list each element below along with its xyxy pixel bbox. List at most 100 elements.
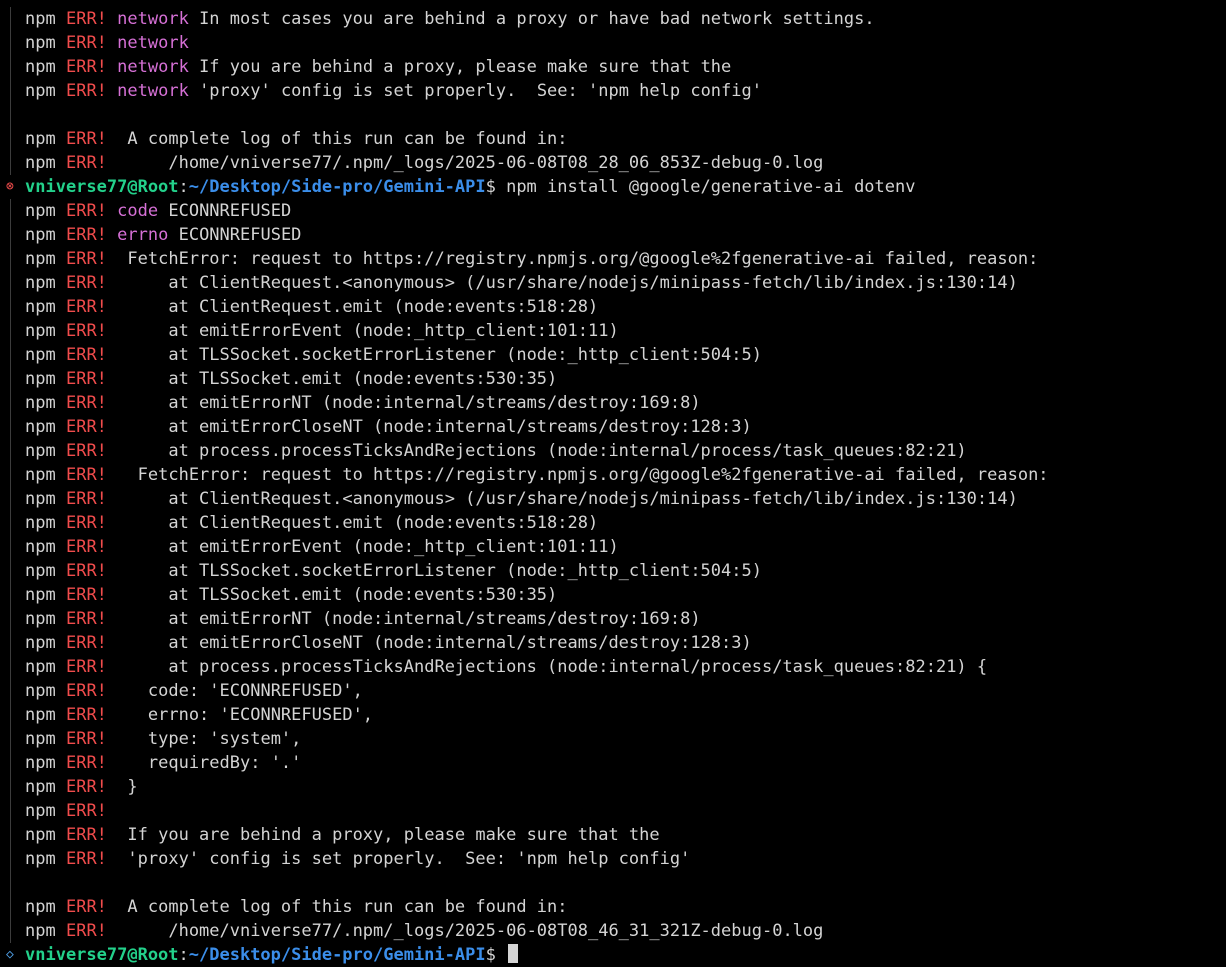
err-message: at ClientRequest.emit (node:events:518:2…: [117, 513, 599, 533]
err-message: at emitErrorNT (node:internal/streams/de…: [117, 393, 701, 413]
gutter-bar: [10, 775, 11, 799]
err-message: 'proxy' config is set properly. See: 'np…: [188, 81, 762, 101]
gutter-bar: [10, 607, 11, 631]
err-message: }: [117, 777, 138, 797]
gutter-bar: [10, 751, 11, 775]
err-message: at process.processTicksAndRejections (no…: [117, 657, 988, 677]
err-tag: ERR!: [65, 585, 107, 605]
gutter-bar: [10, 847, 11, 871]
gutter-bar: [10, 31, 11, 55]
output-line: npm ERR! at emitErrorCloseNT (node:inter…: [0, 631, 1226, 655]
npm-prefix: npm: [25, 153, 56, 173]
output-line: npm ERR! at process.processTicksAndRejec…: [0, 439, 1226, 463]
output-line: npm ERR! If you are behind a proxy, plea…: [0, 823, 1226, 847]
err-tag: ERR!: [65, 249, 107, 269]
npm-prefix: npm: [25, 201, 56, 221]
output-line: npm ERR! at TLSSocket.socketErrorListene…: [0, 343, 1226, 367]
npm-prefix: npm: [25, 297, 56, 317]
gutter-bar: [10, 103, 11, 127]
err-message: at emitErrorCloseNT (node:internal/strea…: [117, 633, 752, 653]
err-tag: ERR!: [65, 753, 107, 773]
prompt-path: ~/Desktop/Side-pro/Gemini-API: [188, 177, 486, 197]
err-tag: ERR!: [65, 417, 107, 437]
npm-prefix: npm: [25, 225, 56, 245]
npm-prefix: npm: [25, 657, 56, 677]
err-tag: ERR!: [65, 201, 107, 221]
npm-prefix: npm: [25, 561, 56, 581]
gutter-bar: [10, 343, 11, 367]
gutter-bar: [10, 895, 11, 919]
err-tag: ERR!: [65, 513, 107, 533]
prompt-user: vniverse77@Root: [25, 945, 179, 965]
err-keyword: network: [117, 81, 189, 101]
terminal-output[interactable]: npm ERR! network In most cases you are b…: [0, 7, 1226, 967]
output-line: npm ERR! A complete log of this run can …: [0, 127, 1226, 151]
npm-prefix: npm: [25, 777, 56, 797]
gutter-bar: [10, 199, 11, 223]
npm-prefix: npm: [25, 369, 56, 389]
gutter-bar: [10, 487, 11, 511]
output-line: npm ERR! type: 'system',: [0, 727, 1226, 751]
err-tag: ERR!: [65, 441, 107, 461]
err-keyword: network: [117, 57, 189, 77]
npm-prefix: npm: [25, 801, 56, 821]
npm-prefix: npm: [25, 585, 56, 605]
npm-prefix: npm: [25, 465, 56, 485]
prompt-line: ◇ vniverse77@Root:~/Desktop/Side-pro/Gemi…: [0, 943, 1226, 967]
command-marker-icon[interactable]: ◇: [6, 943, 14, 967]
err-tag: ERR!: [65, 33, 107, 53]
err-tag: ERR!: [65, 537, 107, 557]
output-line: npm ERR! code: 'ECONNREFUSED',: [0, 679, 1226, 703]
err-message: A complete log of this run can be found …: [117, 129, 568, 149]
err-tag: ERR!: [65, 657, 107, 677]
err-tag: ERR!: [65, 273, 107, 293]
npm-prefix: npm: [25, 633, 56, 653]
output-line: npm ERR! }: [0, 775, 1226, 799]
err-tag: ERR!: [65, 369, 107, 389]
npm-prefix: npm: [25, 321, 56, 341]
output-line: npm ERR! errno: 'ECONNREFUSED',: [0, 703, 1226, 727]
gutter-bar: [10, 7, 11, 31]
output-line: npm ERR! FetchError: request to https://…: [0, 463, 1226, 487]
npm-prefix: npm: [25, 393, 56, 413]
err-tag: ERR!: [65, 729, 107, 749]
output-line: npm ERR! network 'proxy' config is set p…: [0, 79, 1226, 103]
err-keyword: code: [117, 201, 159, 221]
err-message: at TLSSocket.socketErrorListener (node:_…: [117, 561, 762, 581]
prompt-user: vniverse77@Root: [25, 177, 179, 197]
err-message: If you are behind a proxy, please make s…: [188, 57, 732, 77]
gutter-bar: [10, 127, 11, 151]
output-line: npm ERR! at emitErrorEvent (node:_http_c…: [0, 319, 1226, 343]
err-tag: ERR!: [65, 297, 107, 317]
err-keyword: network: [117, 33, 189, 53]
npm-prefix: npm: [25, 609, 56, 629]
output-line: npm ERR! at process.processTicksAndRejec…: [0, 655, 1226, 679]
output-line: npm ERR! at TLSSocket.socketErrorListene…: [0, 559, 1226, 583]
err-keyword: network: [117, 9, 189, 29]
command-failed-icon[interactable]: ⊗: [6, 175, 14, 199]
err-tag: ERR!: [65, 561, 107, 581]
err-tag: ERR!: [65, 153, 107, 173]
npm-prefix: npm: [25, 345, 56, 365]
gutter-bar: [10, 223, 11, 247]
gutter-bar: [10, 703, 11, 727]
err-message: If you are behind a proxy, please make s…: [117, 825, 660, 845]
err-message: code: 'ECONNREFUSED',: [117, 681, 363, 701]
err-message: 'proxy' config is set properly. See: 'np…: [117, 849, 691, 869]
output-line: npm ERR! network: [0, 31, 1226, 55]
err-tag: ERR!: [65, 825, 107, 845]
terminal-cursor[interactable]: [508, 944, 519, 963]
gutter-bar: [10, 631, 11, 655]
output-line: npm ERR! at emitErrorCloseNT (node:inter…: [0, 415, 1226, 439]
gutter-bar: [10, 511, 11, 535]
err-tag: ERR!: [65, 609, 107, 629]
npm-prefix: npm: [25, 33, 56, 53]
err-message: at emitErrorCloseNT (node:internal/strea…: [117, 417, 752, 437]
err-message: at TLSSocket.emit (node:events:530:35): [117, 585, 558, 605]
npm-prefix: npm: [25, 249, 56, 269]
err-message: type: 'system',: [117, 729, 302, 749]
err-tag: ERR!: [65, 777, 107, 797]
prompt-path: ~/Desktop/Side-pro/Gemini-API: [188, 945, 486, 965]
err-message: at emitErrorNT (node:internal/streams/de…: [117, 609, 701, 629]
err-tag: ERR!: [65, 321, 107, 341]
